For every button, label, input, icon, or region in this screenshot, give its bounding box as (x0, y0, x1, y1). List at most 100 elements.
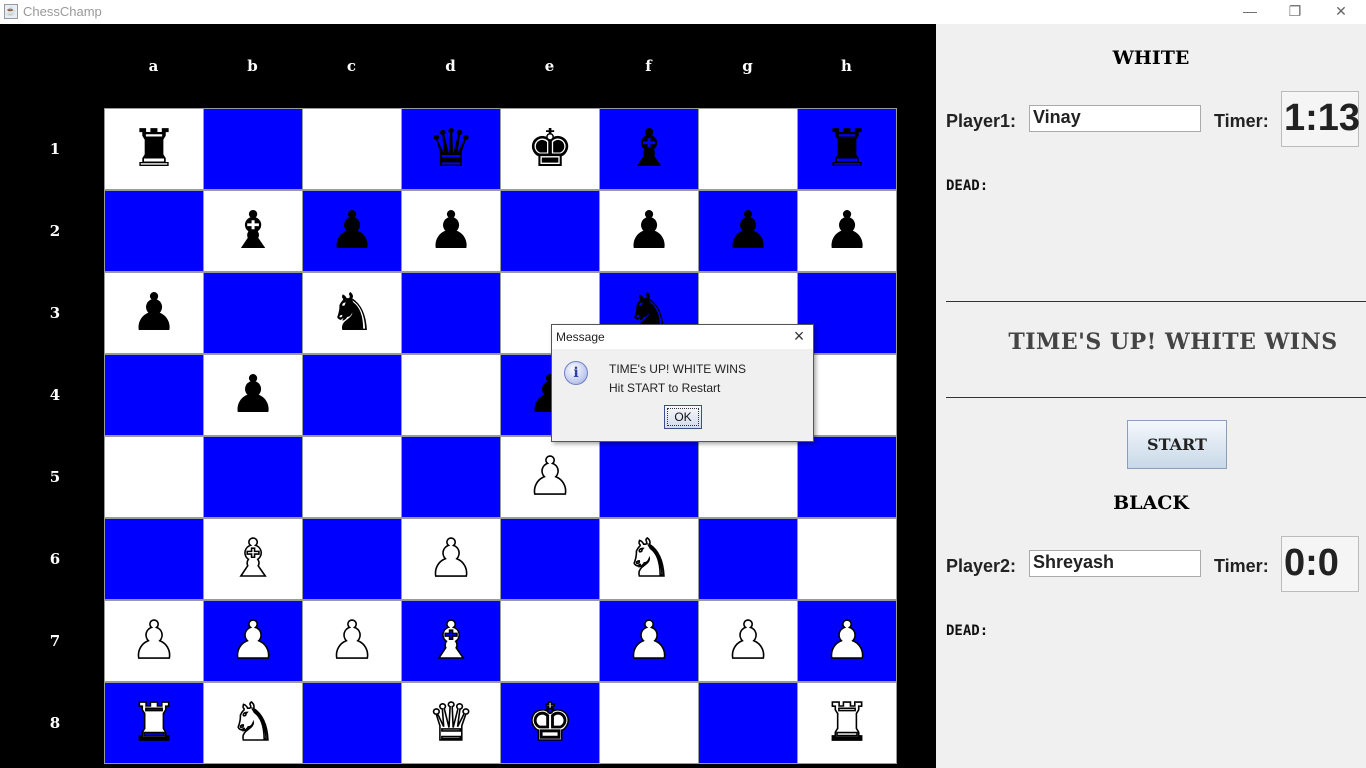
board-square-d4[interactable] (401, 354, 501, 436)
board-square-g8[interactable] (698, 682, 798, 764)
black-pawn-icon[interactable]: ♟ (230, 369, 277, 421)
board-square-a5[interactable] (104, 436, 204, 518)
board-square-c7[interactable]: ♟ (302, 600, 402, 682)
player1-name-field[interactable]: Vinay (1029, 105, 1201, 132)
board-square-a2[interactable] (104, 190, 204, 272)
close-button[interactable]: ✕ (1318, 0, 1364, 24)
black-pawn-icon[interactable]: ♟ (725, 205, 772, 257)
board-square-b7[interactable]: ♟ (203, 600, 303, 682)
board-square-d5[interactable] (401, 436, 501, 518)
board-square-h7[interactable]: ♟ (797, 600, 897, 682)
player2-name-field[interactable]: Shreyash (1029, 550, 1201, 577)
board-square-e7[interactable] (500, 600, 600, 682)
white-bishop-icon[interactable]: ♝ (229, 532, 277, 586)
white-pawn-icon[interactable]: ♟ (724, 614, 772, 668)
white-pawn-icon[interactable]: ♟ (229, 614, 277, 668)
board-square-a7[interactable]: ♟ (104, 600, 204, 682)
black-pawn-icon[interactable]: ♟ (824, 205, 871, 257)
board-square-a6[interactable] (104, 518, 204, 600)
white-knight-icon[interactable]: ♞ (625, 532, 673, 586)
board-square-c4[interactable] (302, 354, 402, 436)
board-square-c5[interactable] (302, 436, 402, 518)
board-square-b4[interactable]: ♟ (203, 354, 303, 436)
white-pawn-icon[interactable]: ♟ (427, 532, 475, 586)
board-square-g5[interactable] (698, 436, 798, 518)
side-panel: WHITE Player1: Vinay Timer: 1:13 DEAD: T… (936, 24, 1366, 768)
black-knight-icon[interactable]: ♞ (329, 287, 376, 339)
board-square-a8[interactable]: ♜ (104, 682, 204, 764)
board-square-f6[interactable]: ♞ (599, 518, 699, 600)
board-square-e5[interactable]: ♟ (500, 436, 600, 518)
board-square-d3[interactable] (401, 272, 501, 354)
board-square-f1[interactable]: ♝ (599, 108, 699, 190)
board-square-b8[interactable]: ♞ (203, 682, 303, 764)
white-pawn-icon[interactable]: ♟ (526, 450, 574, 504)
board-square-e1[interactable]: ♚ (500, 108, 600, 190)
file-label: f (645, 57, 652, 75)
board-square-b6[interactable]: ♝ (203, 518, 303, 600)
board-square-d7[interactable]: ♝ (401, 600, 501, 682)
white-pawn-icon[interactable]: ♟ (625, 614, 673, 668)
board-square-h8[interactable]: ♜ (797, 682, 897, 764)
black-king-icon[interactable]: ♚ (527, 123, 574, 175)
board-square-a4[interactable] (104, 354, 204, 436)
board-square-d2[interactable]: ♟ (401, 190, 501, 272)
board-square-d1[interactable]: ♛ (401, 108, 501, 190)
board-square-e2[interactable] (500, 190, 600, 272)
restore-button[interactable]: ❐ (1272, 0, 1318, 24)
white-king-icon[interactable]: ♚ (526, 696, 574, 750)
divider (946, 301, 1366, 302)
board-square-f8[interactable] (599, 682, 699, 764)
board-square-b2[interactable]: ♝ (203, 190, 303, 272)
minimize-button[interactable]: — (1227, 0, 1273, 24)
dialog-close-icon[interactable]: × (789, 326, 809, 347)
white-pawn-icon[interactable]: ♟ (823, 614, 871, 668)
black-pawn-icon[interactable]: ♟ (329, 205, 376, 257)
rank-label: 1 (49, 140, 61, 158)
board-square-h5[interactable] (797, 436, 897, 518)
board-square-g2[interactable]: ♟ (698, 190, 798, 272)
board-square-h1[interactable]: ♜ (797, 108, 897, 190)
board-square-h2[interactable]: ♟ (797, 190, 897, 272)
board-square-e6[interactable] (500, 518, 600, 600)
board-square-b3[interactable] (203, 272, 303, 354)
white-queen-icon[interactable]: ♛ (427, 696, 475, 750)
white-bishop-icon[interactable]: ♝ (427, 614, 475, 668)
start-button[interactable]: START (1127, 420, 1227, 469)
message-dialog: Message × i TIME's UP! WHITE WINS Hit ST… (551, 324, 814, 442)
board-square-b1[interactable] (203, 108, 303, 190)
rank-label: 2 (49, 222, 61, 240)
board-square-c8[interactable] (302, 682, 402, 764)
white-rook-icon[interactable]: ♜ (823, 696, 871, 750)
board-square-h6[interactable] (797, 518, 897, 600)
board-square-f5[interactable] (599, 436, 699, 518)
board-square-g7[interactable]: ♟ (698, 600, 798, 682)
white-rook-icon[interactable]: ♜ (130, 696, 178, 750)
black-bishop-icon[interactable]: ♝ (230, 205, 277, 257)
black-bishop-icon[interactable]: ♝ (626, 123, 673, 175)
board-square-d8[interactable]: ♛ (401, 682, 501, 764)
black-pawn-icon[interactable]: ♟ (131, 287, 178, 339)
ok-button[interactable]: OK (664, 405, 702, 429)
board-square-e8[interactable]: ♚ (500, 682, 600, 764)
white-pawn-icon[interactable]: ♟ (328, 614, 376, 668)
board-square-c1[interactable] (302, 108, 402, 190)
board-square-b5[interactable] (203, 436, 303, 518)
black-pawn-icon[interactable]: ♟ (626, 205, 673, 257)
board-square-d6[interactable]: ♟ (401, 518, 501, 600)
board-square-f7[interactable]: ♟ (599, 600, 699, 682)
board-square-g6[interactable] (698, 518, 798, 600)
black-rook-icon[interactable]: ♜ (824, 123, 871, 175)
board-square-c2[interactable]: ♟ (302, 190, 402, 272)
white-pawn-icon[interactable]: ♟ (130, 614, 178, 668)
board-square-c6[interactable] (302, 518, 402, 600)
black-queen-icon[interactable]: ♛ (428, 123, 475, 175)
board-square-a3[interactable]: ♟ (104, 272, 204, 354)
black-pawn-icon[interactable]: ♟ (428, 205, 475, 257)
board-square-f2[interactable]: ♟ (599, 190, 699, 272)
white-knight-icon[interactable]: ♞ (229, 696, 277, 750)
black-rook-icon[interactable]: ♜ (131, 123, 178, 175)
board-square-c3[interactable]: ♞ (302, 272, 402, 354)
board-square-g1[interactable] (698, 108, 798, 190)
board-square-a1[interactable]: ♜ (104, 108, 204, 190)
